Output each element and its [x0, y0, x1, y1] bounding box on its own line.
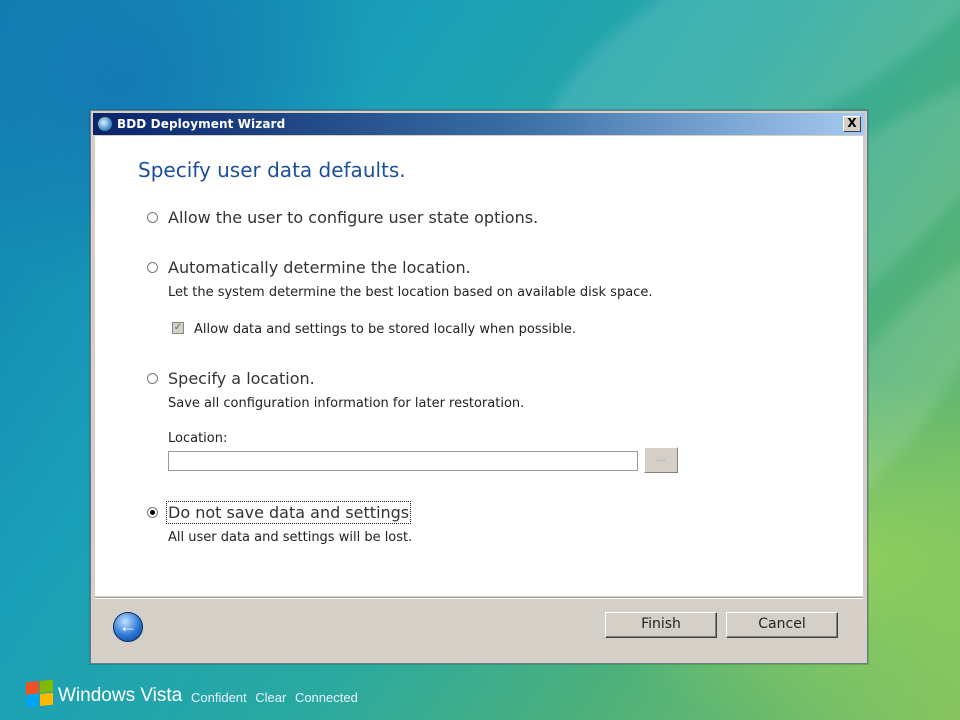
wizard-content: Specify user data defaults. Allow the us…	[95, 136, 863, 596]
footer-separator	[95, 597, 863, 599]
app-icon	[97, 116, 113, 132]
local-storage-label[interactable]: Allow data and settings to be stored loc…	[194, 322, 576, 337]
back-arrow-icon[interactable]: ←	[113, 612, 143, 642]
close-button[interactable]: X	[843, 116, 861, 132]
option-allow-user-label[interactable]: Allow the user to configure user state o…	[168, 208, 538, 227]
option-specify-location-description: Save all configuration information for l…	[168, 396, 525, 411]
location-input[interactable]	[168, 451, 638, 471]
radio-do-not-save[interactable]	[147, 507, 158, 518]
option-specify-location-label[interactable]: Specify a location.	[168, 369, 315, 388]
title-bar[interactable]: BDD Deployment Wizard X	[93, 113, 865, 135]
page-heading: Specify user data defaults.	[138, 158, 406, 182]
browse-button[interactable]: ...	[644, 447, 678, 473]
vista-brand-text: Windows Vista	[58, 685, 183, 706]
option-auto-location-description: Let the system determine the best locati…	[168, 285, 653, 300]
windows-logo-icon	[26, 679, 54, 711]
finish-button[interactable]: Finish	[605, 612, 717, 638]
wizard-dialog: BDD Deployment Wizard X Specify user dat…	[90, 110, 868, 664]
radio-auto-location[interactable]	[147, 262, 158, 273]
option-do-not-save-label[interactable]: Do not save data and settings	[165, 501, 412, 524]
option-auto-location-label[interactable]: Automatically determine the location.	[168, 258, 471, 277]
window-title: BDD Deployment Wizard	[117, 117, 286, 131]
option-do-not-save-description: All user data and settings will be lost.	[168, 530, 413, 545]
vista-tagline: Confident Clear Connected	[191, 690, 358, 705]
location-label: Location:	[168, 431, 228, 446]
radio-specify-location[interactable]	[147, 373, 158, 384]
local-storage-checkbox[interactable]: ✓	[172, 322, 184, 334]
radio-allow-user[interactable]	[147, 212, 158, 223]
cancel-button[interactable]: Cancel	[726, 612, 838, 638]
